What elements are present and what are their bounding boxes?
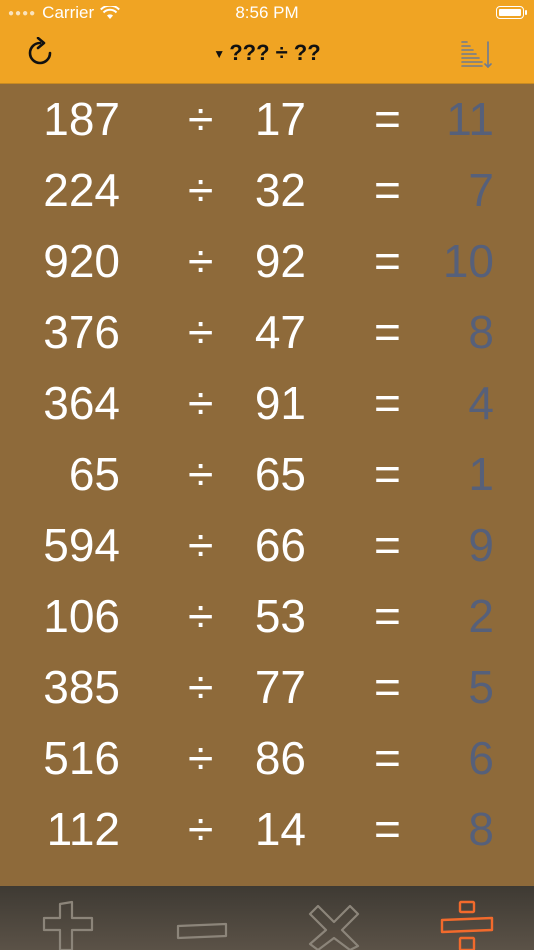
problem-row[interactable]: 65 ÷ 65 = 1: [0, 439, 534, 510]
dividend: 516: [43, 732, 120, 784]
problem-row[interactable]: 594 ÷ 66 = 9: [0, 510, 534, 581]
tab-addition[interactable]: [38, 898, 98, 950]
dividend: 594: [43, 519, 120, 571]
answer: 10: [442, 235, 494, 287]
tab-bar: [0, 886, 534, 950]
tab-subtraction[interactable]: [172, 898, 232, 950]
dividend: 112: [46, 803, 120, 855]
problem-row[interactable]: 106 ÷ 53 = 2: [0, 581, 534, 652]
problem-row[interactable]: 187 ÷ 17 = 11: [0, 84, 534, 155]
dividend: 65: [68, 448, 120, 500]
plus-icon: [42, 900, 94, 950]
divisor: 66: [254, 519, 306, 571]
operator: ÷: [188, 306, 214, 358]
divisor: 77: [254, 661, 306, 713]
operator: ÷: [188, 732, 214, 784]
divisor: 32: [254, 164, 306, 216]
answer: 2: [468, 590, 494, 642]
nav-title: ??? ÷ ??: [229, 40, 321, 65]
problem-list[interactable]: 187 ÷ 17 = 11 224 ÷ 32 = 7 920 ÷ 92 = 10 376 ÷ 47 = 8 364 ÷ 91…: [0, 84, 534, 886]
equals-sign: =: [374, 306, 401, 358]
problem-row[interactable]: 112 ÷ 14 = 8: [0, 794, 534, 865]
operator: ÷: [188, 661, 214, 713]
operator: ÷: [188, 519, 214, 571]
operator: ÷: [188, 448, 214, 500]
answer: 6: [468, 732, 494, 784]
equals-sign: =: [374, 235, 401, 287]
dividend: 920: [43, 235, 120, 287]
status-time: 8:56 PM: [235, 3, 299, 22]
problem-row[interactable]: 224 ÷ 32 = 7: [0, 155, 534, 226]
divisor: 86: [254, 732, 306, 784]
operator: ÷: [188, 590, 214, 642]
operator: ÷: [188, 803, 214, 855]
divisor: 65: [254, 448, 306, 500]
divisor: 14: [254, 803, 306, 855]
dividend: 364: [43, 377, 120, 429]
problem-row[interactable]: 920 ÷ 92 = 10: [0, 226, 534, 297]
problem-row[interactable]: 516 ÷ 86 = 6: [0, 723, 534, 794]
divisor: 91: [254, 377, 306, 429]
equals-sign: =: [374, 164, 401, 216]
nav-bar: ▼??? ÷ ??: [0, 26, 534, 84]
answer: 4: [468, 377, 494, 429]
divisor: 92: [254, 235, 306, 287]
answer: 7: [468, 164, 494, 216]
problem-row[interactable]: 376 ÷ 47 = 8: [0, 297, 534, 368]
answer: 11: [446, 93, 494, 145]
divide-icon: [440, 900, 494, 950]
divisor: 17: [254, 93, 306, 145]
battery-icon: [496, 6, 527, 19]
multiply-icon: [308, 904, 360, 950]
equals-sign: =: [374, 519, 401, 571]
dropdown-triangle-icon: ▼: [213, 47, 226, 62]
operator: ÷: [188, 377, 214, 429]
problem-type-selector[interactable]: ▼??? ÷ ??: [0, 40, 534, 66]
operator: ÷: [188, 164, 214, 216]
divisor: 47: [254, 306, 306, 358]
dividend: 187: [43, 93, 120, 145]
operator: ÷: [188, 93, 214, 145]
answer: 1: [468, 448, 494, 500]
answer: 9: [468, 519, 494, 571]
minus-icon: [176, 922, 228, 940]
equals-sign: =: [374, 732, 401, 784]
answer: 8: [468, 803, 494, 855]
divisor: 53: [254, 590, 306, 642]
answer: 8: [468, 306, 494, 358]
problem-row[interactable]: 385 ÷ 77 = 5: [0, 652, 534, 723]
problem-row[interactable]: 364 ÷ 91 = 4: [0, 368, 534, 439]
dividend: 106: [43, 590, 120, 642]
status-bar: ●●●● Carrier 8:56 PM: [0, 0, 534, 26]
equals-sign: =: [374, 93, 401, 145]
equals-sign: =: [374, 448, 401, 500]
answer: 5: [468, 661, 494, 713]
equals-sign: =: [374, 377, 401, 429]
tab-division[interactable]: [438, 898, 498, 950]
equals-sign: =: [374, 803, 401, 855]
equals-sign: =: [374, 661, 401, 713]
dividend: 224: [43, 164, 120, 216]
sort-icon[interactable]: [458, 36, 494, 72]
tab-multiplication[interactable]: [304, 898, 364, 950]
equals-sign: =: [374, 590, 401, 642]
dividend: 385: [43, 661, 120, 713]
operator: ÷: [188, 235, 214, 287]
dividend: 376: [43, 306, 120, 358]
